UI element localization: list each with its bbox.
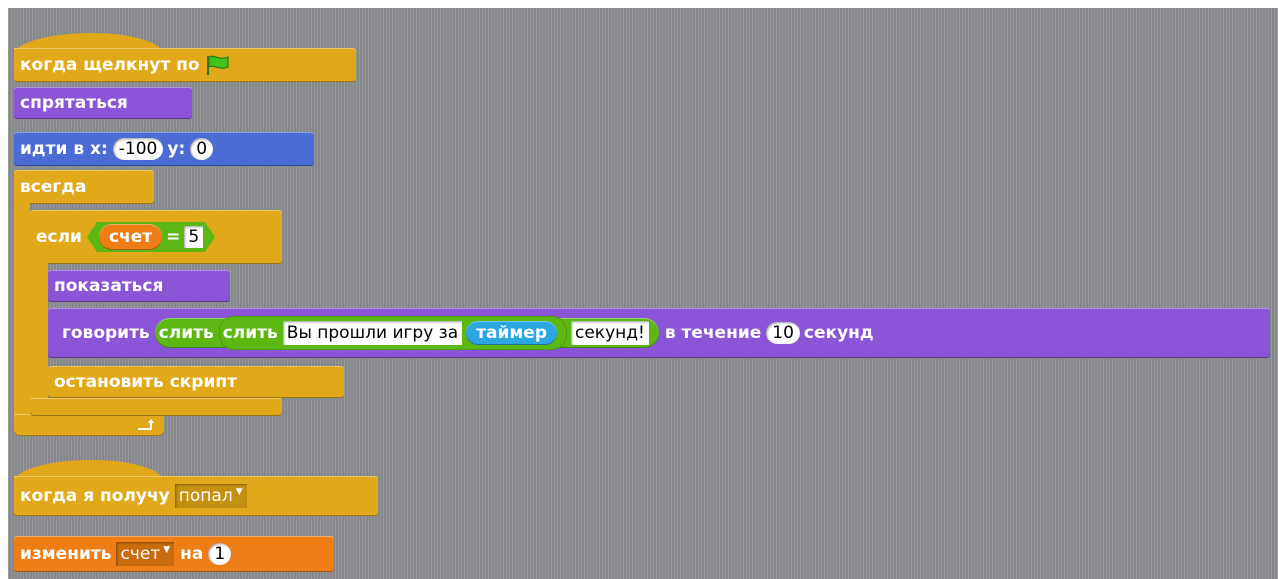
join-inner-label: слить xyxy=(222,323,278,343)
hide-label: спрятаться xyxy=(20,93,128,113)
message-dropdown[interactable]: попал ▼ xyxy=(174,484,247,508)
dropdown-arrow-icon: ▼ xyxy=(163,545,171,555)
join-outer-reporter[interactable]: слить слить Вы прошли игру за таймер сек… xyxy=(154,316,659,350)
change-label: изменить xyxy=(20,544,112,564)
receive-label: когда я получу xyxy=(20,486,170,506)
stop-script-block[interactable]: остановить скрипт xyxy=(48,366,344,398)
forever-arm xyxy=(14,202,30,422)
say-label: говорить xyxy=(62,323,150,343)
when-i-receive-block[interactable]: когда я получу попал ▼ xyxy=(14,476,378,516)
goto-label: идти в x: xyxy=(20,139,108,159)
hide-block[interactable]: спрятаться xyxy=(14,87,192,119)
forever-bottom xyxy=(14,414,164,436)
stop-label: остановить скрипт xyxy=(54,372,237,392)
if-arm xyxy=(30,262,48,402)
show-block[interactable]: показаться xyxy=(48,270,230,302)
y-input[interactable]: 0 xyxy=(190,138,214,160)
secs-input[interactable]: 10 xyxy=(766,322,800,344)
say-for-secs-block[interactable]: говорить слить слить Вы прошли игру за т… xyxy=(48,308,1270,358)
loop-arrow-icon xyxy=(138,419,154,430)
by-label: на xyxy=(180,544,204,564)
forever-block[interactable]: всегда xyxy=(14,170,154,204)
message-value: попал xyxy=(178,486,233,506)
join-text2-input[interactable]: секунд! xyxy=(571,321,649,345)
go-to-xy-block[interactable]: идти в x: -100 y: 0 xyxy=(14,132,314,166)
hat-label: когда щелкнут по xyxy=(20,55,200,75)
when-flag-clicked-block[interactable]: когда щелкнут по xyxy=(14,48,356,82)
green-flag-icon xyxy=(206,55,229,75)
dropdown-arrow-icon: ▼ xyxy=(235,487,243,497)
show-label: показаться xyxy=(54,276,164,296)
join-text1-input[interactable]: Вы прошли игру за xyxy=(282,321,463,345)
if-label: если xyxy=(36,227,82,247)
score-variable[interactable]: счет xyxy=(98,224,163,250)
join-outer-label: слить xyxy=(158,323,214,343)
variable-dropdown[interactable]: счет ▼ xyxy=(116,542,175,566)
change-amount-input[interactable]: 1 xyxy=(208,543,232,565)
equals-sign: = xyxy=(166,227,181,247)
if-bottom xyxy=(30,398,282,416)
for-label: в течение xyxy=(664,323,762,343)
if-block[interactable]: если счет = 5 xyxy=(30,210,282,264)
change-variable-block[interactable]: изменить счет ▼ на 1 xyxy=(14,536,334,572)
scripts-area[interactable]: когда щелкнут по спрятаться идти в x: -1… xyxy=(8,8,1278,579)
variable-value: счет xyxy=(120,544,161,564)
equals-operator[interactable]: счет = 5 xyxy=(86,222,216,252)
secs-label: секунд xyxy=(803,323,874,343)
compare-value-input[interactable]: 5 xyxy=(184,226,204,248)
timer-reporter[interactable]: таймер xyxy=(466,321,557,345)
forever-label: всегда xyxy=(20,177,87,197)
join-inner-reporter[interactable]: слить Вы прошли игру за таймер xyxy=(218,316,567,350)
x-input[interactable]: -100 xyxy=(112,138,164,160)
goto-y-label: y: xyxy=(167,139,186,159)
